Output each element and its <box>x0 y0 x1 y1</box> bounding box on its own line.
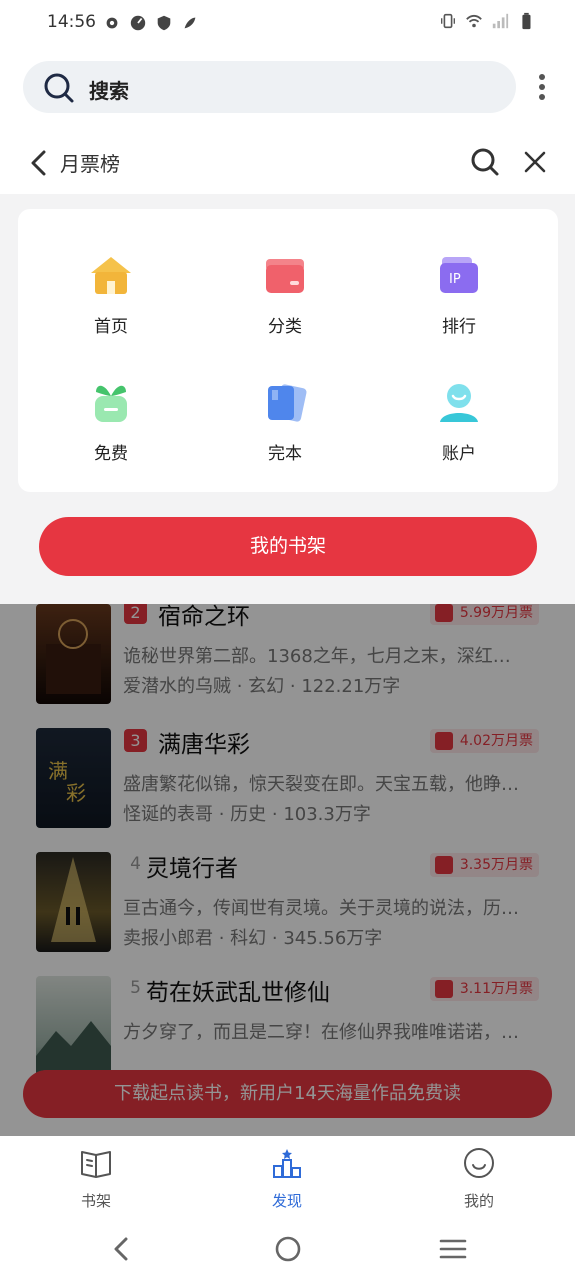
page-title: 月票榜 <box>60 152 120 176</box>
status-time: 14:56 <box>47 12 96 32</box>
system-nav-bar <box>0 1218 575 1280</box>
vpn-icon <box>130 15 146 31</box>
svg-text:IP: IP <box>449 272 461 287</box>
close-icon[interactable] <box>523 150 547 174</box>
menu-card: 首页 分类 IP 排行 免费 完本 账户 <box>18 209 558 492</box>
menu-item-account[interactable]: 账户 <box>399 378 519 478</box>
battery-icon <box>522 12 531 30</box>
status-bar: 14:56 <box>0 0 575 48</box>
vibrate-icon <box>441 13 455 29</box>
tab-mine[interactable]: 我的 <box>419 1146 539 1211</box>
settings-icon <box>106 17 118 29</box>
nav-recents-icon[interactable] <box>438 1234 468 1264</box>
free-icon <box>95 385 127 422</box>
search-icon[interactable] <box>470 147 500 177</box>
search-bar[interactable]: 搜索 <box>23 61 516 113</box>
category-icon <box>266 259 304 293</box>
menu-item-home[interactable]: 首页 <box>51 251 171 351</box>
smile-icon <box>464 1148 494 1178</box>
signal-icon <box>492 13 509 29</box>
nav-home-icon[interactable] <box>273 1234 303 1264</box>
nav-back-icon[interactable] <box>107 1234 137 1264</box>
my-bookshelf-button[interactable]: 我的书架 <box>39 517 537 576</box>
menu-panel: 首页 分类 IP 排行 免费 完本 账户 我的书架 <box>0 194 575 604</box>
menu-item-ranking[interactable]: IP 排行 <box>399 251 519 351</box>
menu-item-category[interactable]: 分类 <box>225 251 345 351</box>
home-icon <box>91 257 131 294</box>
ranking-icon: IP <box>440 257 478 293</box>
search-label: 搜索 <box>89 79 129 103</box>
wifi-icon <box>466 14 482 28</box>
account-icon <box>440 384 478 422</box>
discover-icon <box>273 1149 301 1178</box>
back-icon[interactable] <box>28 150 50 176</box>
bird-icon <box>184 17 196 29</box>
tab-bookshelf[interactable]: 书架 <box>36 1146 156 1211</box>
completed-icon <box>268 384 307 422</box>
page-header: 月票榜 <box>0 130 575 194</box>
book-icon <box>81 1151 111 1178</box>
menu-item-completed[interactable]: 完本 <box>225 378 345 478</box>
tab-discover[interactable]: 发现 <box>227 1146 347 1211</box>
bottom-tab-bar: 书架 发现 我的 <box>0 1136 575 1218</box>
more-options-icon[interactable] <box>533 72 551 102</box>
menu-item-free[interactable]: 免费 <box>51 378 171 478</box>
overlay-scrim[interactable] <box>0 604 575 1136</box>
banner-scrim <box>23 1070 552 1118</box>
shield-icon <box>157 15 171 31</box>
search-icon <box>44 73 74 103</box>
